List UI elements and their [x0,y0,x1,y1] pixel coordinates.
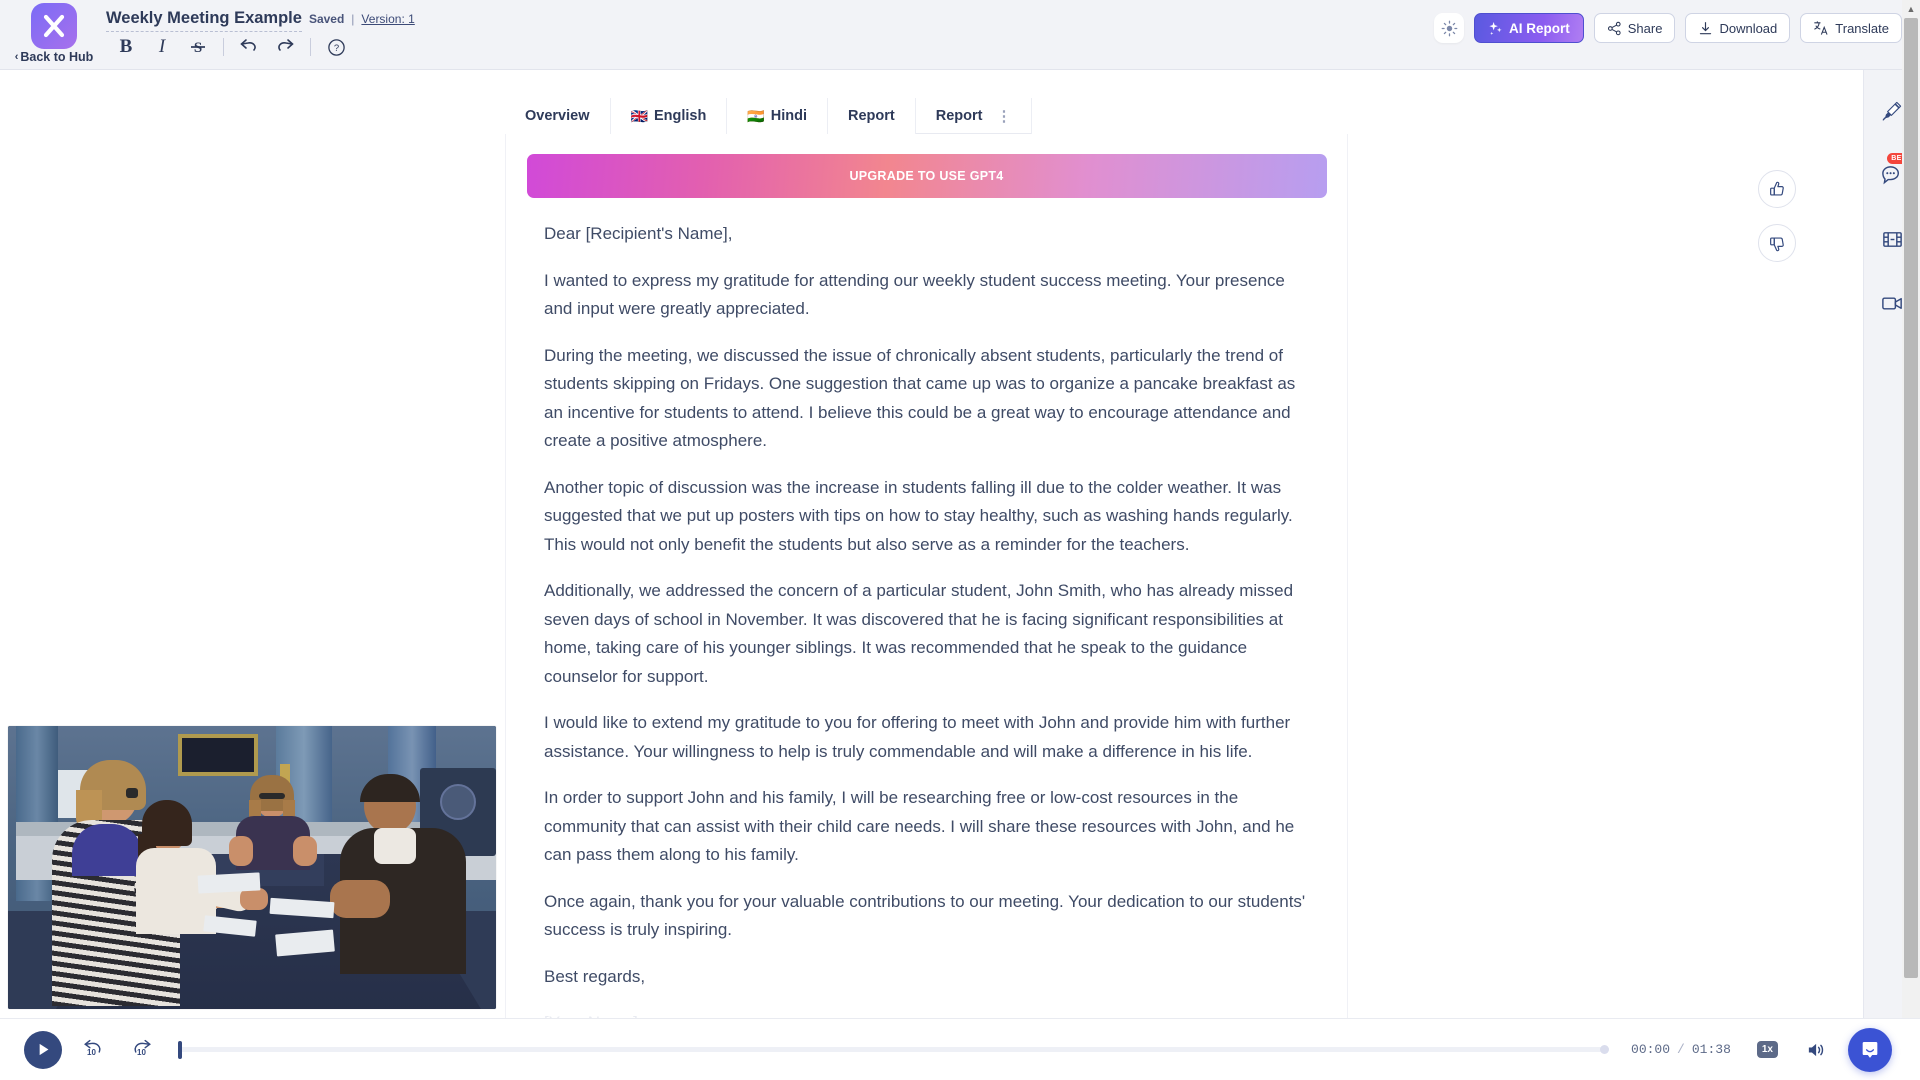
svg-text:S: S [194,40,202,56]
strikethrough-button[interactable]: S [180,33,216,61]
tab-bar: Overview 🇬🇧 English 🇮🇳 Hindi Report Repo… [505,98,1033,134]
intercom-chat-button[interactable] [1848,1027,1892,1072]
doc-paragraph: Once again, thank you for your valuable … [544,891,1306,940]
doc-paragraph: I would like to extend my gratitude to y… [544,713,1291,761]
top-right-actions: AI Report Share Download Translate [1434,13,1902,43]
thumbs-down-button[interactable] [1758,224,1796,262]
tab-overview[interactable]: Overview [505,98,611,134]
doc-paragraph: I wanted to express my gratitude for att… [544,270,1285,319]
page-title[interactable]: Weekly Meeting Example [106,9,302,32]
forward-10-button[interactable]: 10 [124,1033,158,1067]
download-icon [1700,21,1712,34]
format-toolbar: B I S ? [108,33,354,61]
scrollbar-thumb[interactable] [1904,18,1918,978]
volume-button[interactable] [1802,1036,1830,1064]
scroll-up-arrow-icon[interactable]: ▲ [1902,0,1920,18]
redo-button[interactable] [267,33,303,61]
undo-button[interactable] [231,33,267,61]
version-link[interactable]: Version: 1 [361,12,414,26]
translate-button[interactable]: Translate [1800,13,1902,43]
svg-text:?: ? [333,43,338,54]
intercom-chat-icon [1862,1041,1878,1058]
tab-label: Report [848,108,895,124]
back-to-hub-button[interactable]: ‹ Back to Hub [15,50,94,64]
rewind-seconds-label: 10 [87,1047,96,1057]
doc-paragraph: Another topic of discussion was the incr… [544,477,1293,554]
tab-label: English [653,108,707,124]
thumbs-down-icon [1769,236,1784,251]
top-bar: ‹ Back to Hub Weekly Meeting Example Sav… [0,0,1920,70]
tab-hindi[interactable]: 🇮🇳 Hindi [727,98,828,134]
italic-button[interactable]: I [144,33,180,61]
share-label: Share [1627,20,1663,36]
forward-seconds-label: 10 [137,1047,146,1057]
volume-icon [1808,1043,1823,1056]
flag-india-icon: 🇮🇳 [747,108,765,124]
current-time: 00:00 [1631,1042,1671,1057]
doc-paragraph: Dear [Recipient's Name], [544,224,733,243]
tab-label: Overview [525,108,590,124]
video-picture-frame [178,734,258,776]
progress-end-dot [1600,1045,1610,1054]
download-button[interactable]: Download [1685,13,1791,43]
playback-progress-slider[interactable] [178,1040,1610,1059]
tab-english[interactable]: 🇬🇧 English [610,98,728,134]
title-separator: | [351,12,355,26]
upgrade-banner-button[interactable]: UPGRADE TO USE GPT4 [526,154,1327,198]
play-icon [39,1043,48,1056]
thumbs-up-icon [1769,181,1784,196]
download-label: Download [1719,20,1778,36]
document-title-row: Weekly Meeting Example Saved | Version: … [106,9,415,32]
help-button[interactable]: ? [318,33,354,61]
thumbs-up-button[interactable] [1758,170,1796,208]
toolbar-divider-1 [223,38,224,56]
sparkles-icon [1489,21,1502,35]
media-player-bar: 10 10 00:00 / 01:38 1x [0,1018,1920,1080]
bold-button[interactable]: B [108,33,144,61]
flag-uk-icon: 🇬🇧 [630,108,648,124]
playback-speed-button[interactable]: 1x [1756,1041,1778,1058]
total-time: 01:38 [1691,1042,1731,1057]
share-icon [1607,21,1621,35]
tab-report-2-active[interactable]: Report ⋮ [915,98,1033,134]
page-scrollbar[interactable]: ▲ [1902,0,1920,1018]
tab-label: Report [935,108,983,124]
document-text[interactable]: Dear [Recipient's Name], I wanted to exp… [506,198,1347,1038]
ai-report-label: AI Report [1509,20,1570,36]
video-preview[interactable] [8,726,496,1009]
time-separator: / [1677,1042,1685,1057]
tab-options-kebab-icon[interactable]: ⋮ [996,109,1011,124]
translate-icon [1814,21,1828,35]
feedback-buttons [1758,170,1796,262]
saved-status: Saved [308,12,345,26]
time-display: 00:00 / 01:38 [1631,1042,1731,1057]
tab-label: Hindi [770,108,807,124]
brightness-icon[interactable] [1434,13,1464,43]
share-button[interactable]: Share [1593,13,1676,43]
translate-label: Translate [1835,20,1889,36]
progress-track [178,1047,1610,1052]
brand-block: ‹ Back to Hub [8,2,100,68]
main-stage: Overview 🇬🇧 English 🇮🇳 Hindi Report Repo… [0,70,1863,1080]
video-paper-1 [197,872,261,894]
doc-paragraph: Best regards, [544,966,646,986]
toolbar-divider-2 [310,38,311,56]
play-button[interactable] [24,1030,62,1069]
progress-playhead[interactable] [178,1040,182,1059]
document-panel: UPGRADE TO USE GPT4 Dear [Recipient's Na… [505,134,1348,1080]
chevron-left-icon: ‹ [14,51,19,63]
back-to-hub-label: Back to Hub [20,50,94,64]
video-person-right [330,774,488,974]
rewind-10-button[interactable]: 10 [76,1033,110,1067]
doc-paragraph: Additionally, we addressed the concern o… [544,581,1294,686]
tab-report-1[interactable]: Report [828,98,916,134]
ai-report-button[interactable]: AI Report [1474,13,1584,43]
doc-paragraph: In order to support John and his family,… [544,788,1295,864]
x-logo-icon[interactable] [31,3,77,49]
doc-paragraph: During the meeting, we discussed the iss… [544,345,1296,451]
